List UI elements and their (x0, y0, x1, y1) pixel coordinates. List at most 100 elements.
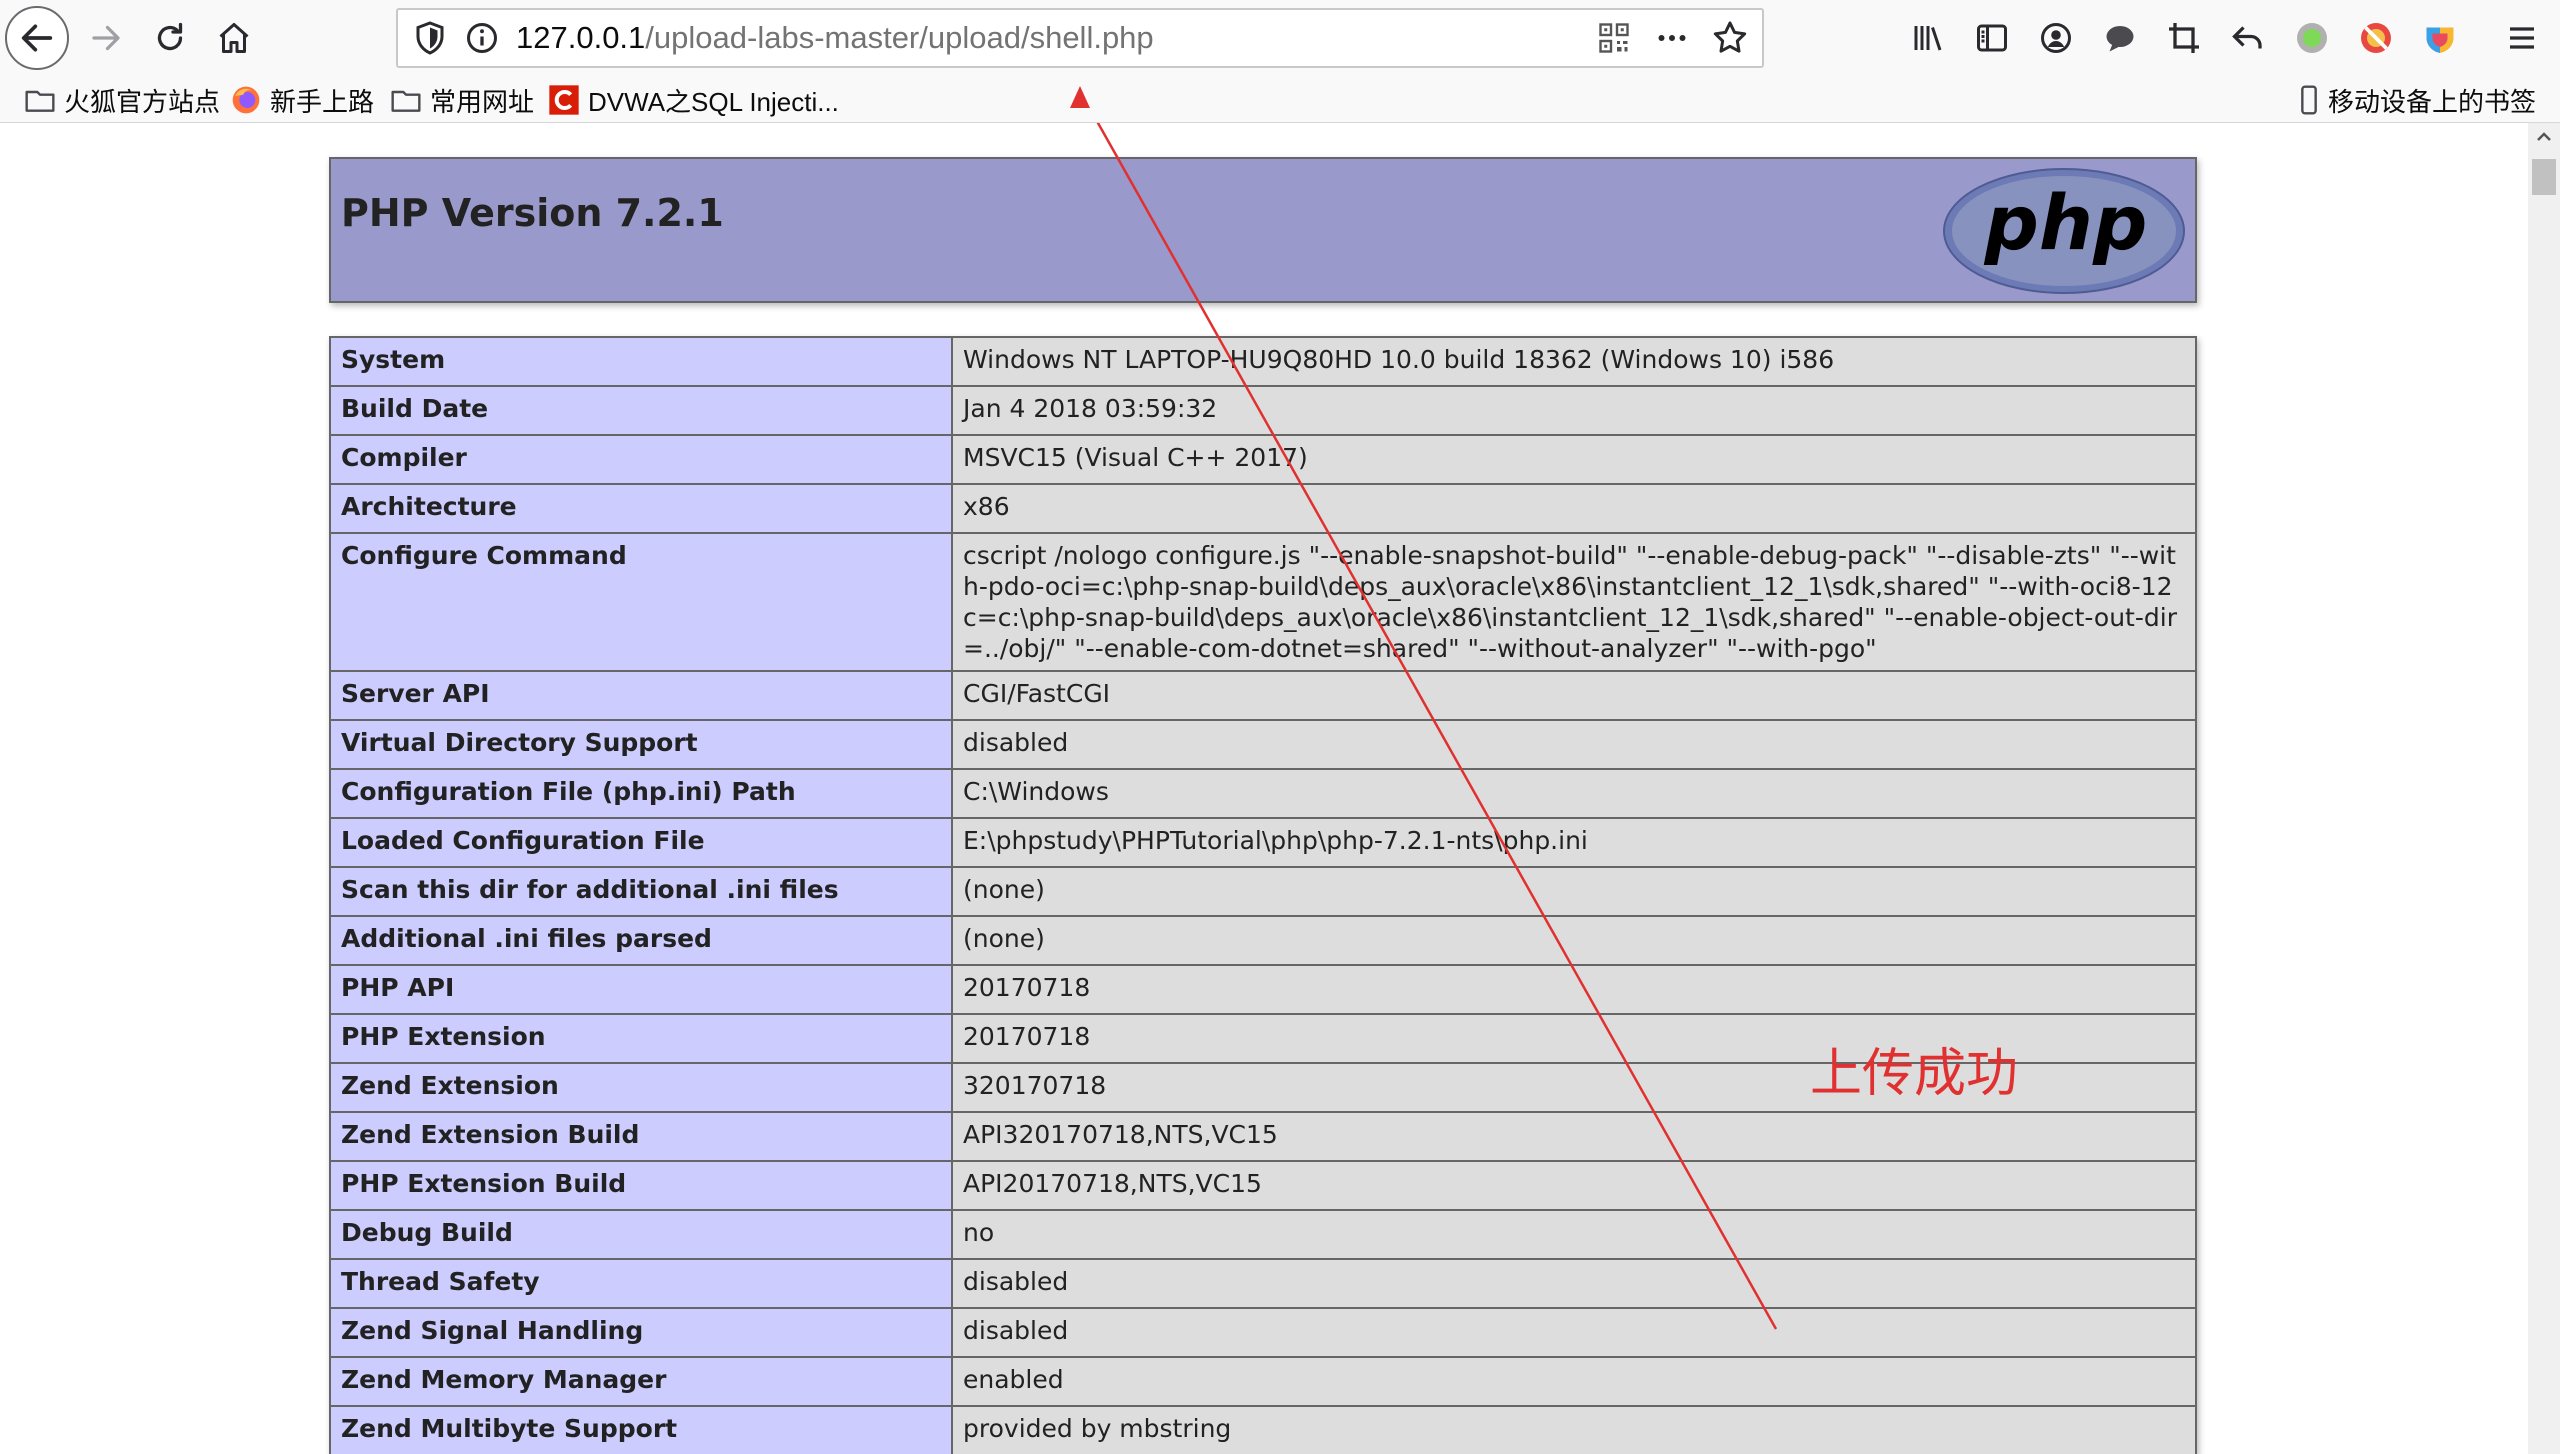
row-value: provided by mbstring (951, 1405, 2197, 1454)
row-key: Debug Build (329, 1209, 953, 1260)
bookmark-item[interactable]: 新手上路 (230, 78, 374, 122)
bookmark-star-button[interactable] (1710, 18, 1750, 58)
colorful-shield-icon (2426, 27, 2454, 53)
row-value: enabled (951, 1356, 2197, 1407)
firefox-icon (232, 86, 260, 114)
menu-icon (2510, 27, 2534, 49)
row-key: Zend Extension (329, 1062, 953, 1113)
sidebar-button[interactable] (1972, 18, 2012, 58)
row-value: API320170718,NTS,VC15 (951, 1111, 2197, 1162)
row-key: PHP Extension Build (329, 1160, 953, 1211)
extension-block-button[interactable] (2356, 18, 2396, 58)
forward-arrow-icon (92, 25, 120, 51)
url-text[interactable]: 127.0.0.1/upload-labs-master/upload/shel… (516, 10, 1154, 66)
table-row: Server API CGI/FastCGI (329, 670, 2197, 721)
table-row: Configure Command cscript /nologo configu… (329, 532, 2197, 672)
php-logo[interactable]: php (1941, 167, 2187, 295)
table-row: Scan this dir for additional .ini files(… (329, 866, 2197, 917)
row-value: Jan 4 2018 03:59:32 (951, 385, 2197, 436)
back-button[interactable] (5, 6, 69, 70)
table-row: PHP API 20170718 (329, 964, 2197, 1015)
scrollbar-thumb[interactable] (2532, 159, 2556, 195)
undo-button[interactable] (2228, 18, 2268, 58)
home-button[interactable] (210, 14, 258, 62)
bookmark-item[interactable]: 火狐官方站点 (24, 78, 220, 122)
bookmark-item[interactable]: 常用网址 (390, 78, 534, 122)
row-key: PHP Extension (329, 1013, 953, 1064)
library-button[interactable] (1908, 18, 1948, 58)
site-info-button[interactable] (464, 20, 500, 56)
table-row: Architecture x86 (329, 483, 2197, 534)
bookmark-item[interactable]: DVWA之SQL Injecti... (548, 78, 839, 122)
crop-icon (2169, 23, 2199, 53)
table-row: Configuration File (php.ini) Path C:\Wind… (329, 768, 2197, 819)
row-value: (none) (951, 866, 2197, 917)
chat-button[interactable] (2100, 18, 2140, 58)
star-icon (1713, 21, 1747, 53)
row-value: x86 (951, 483, 2197, 534)
mobile-phone-icon (2301, 85, 2317, 115)
info-icon (467, 23, 497, 53)
shield-icon (416, 21, 444, 55)
extension-green-button[interactable] (2292, 18, 2332, 58)
row-value: 20170718 (951, 964, 2197, 1015)
url-path: /upload-labs-master/upload/shell.php (645, 20, 1154, 55)
row-key: Configuration File (php.ini) Path (329, 768, 953, 819)
table-row: Zend Extension Build API320170718,NTS,VC1… (329, 1111, 2197, 1162)
tracking-shield-button[interactable] (412, 20, 448, 56)
extension-color-button[interactable] (2420, 18, 2460, 58)
menu-button[interactable] (2502, 18, 2542, 58)
no-entry-icon (2361, 23, 2391, 53)
table-row: Zend Memory Manager enabled (329, 1356, 2197, 1407)
bookmark-label: DVWA之SQL Injecti... (588, 86, 839, 117)
home-icon (219, 23, 249, 53)
bookmark-label: 新手上路 (270, 86, 375, 117)
bookmark-label: 常用网址 (430, 86, 535, 117)
mobile-bookmarks[interactable]: 移动设备上的书签 (2298, 78, 2536, 122)
browser-toolbar: 127.0.0.1/upload-labs-master/upload/shel… (0, 0, 2560, 78)
row-key: Zend Extension Build (329, 1111, 953, 1162)
row-value: no (951, 1209, 2197, 1260)
row-key: PHP API (329, 964, 953, 1015)
row-key: Build Date (329, 385, 953, 436)
row-key: Zend Multibyte Support (329, 1405, 953, 1454)
row-key: Virtual Directory Support (329, 719, 953, 770)
screenshot-button[interactable] (2164, 18, 2204, 58)
row-key: Server API (329, 670, 953, 721)
table-row: Build Date Jan 4 2018 03:59:32 (329, 385, 2197, 436)
vertical-scrollbar[interactable] (2528, 123, 2560, 1454)
row-key: Additional .ini files parsed (329, 915, 953, 966)
qr-code-button[interactable] (1596, 20, 1632, 56)
arrowhead-icon (1070, 86, 1090, 108)
page-actions-button[interactable] (1652, 20, 1692, 56)
account-button[interactable] (2036, 18, 2076, 58)
forward-button[interactable] (82, 14, 130, 62)
row-key: Architecture (329, 483, 953, 534)
row-key: Loaded Configuration File (329, 817, 953, 868)
bookmark-label: 火狐官方站点 (64, 86, 221, 117)
annotation-arrowhead (1070, 86, 1090, 108)
row-value: (none) (951, 915, 2197, 966)
sidebar-icon (1977, 24, 2007, 52)
table-row: PHP Extension Build API20170718,NTS,VC15 (329, 1160, 2197, 1211)
row-value: API20170718,NTS,VC15 (951, 1160, 2197, 1211)
table-row: Compiler MSVC15 (Visual C++ 2017) (329, 434, 2197, 485)
table-row: Debug Build no (329, 1209, 2197, 1260)
row-value: C:\Windows (951, 768, 2197, 819)
reload-button[interactable] (146, 14, 194, 62)
table-row: Virtual Directory Support disabled (329, 719, 2197, 770)
account-icon (2041, 23, 2071, 53)
chat-icon (2106, 26, 2134, 52)
scroll-up-icon[interactable] (2528, 123, 2560, 151)
bookmarks-bar: 火狐官方站点 新手上路 常用网址 DVWA之SQL Injecti... 移动设… (0, 78, 2560, 123)
folder-icon (391, 90, 421, 112)
csdn-icon (549, 85, 579, 115)
row-value: disabled (951, 1258, 2197, 1309)
row-key: System (329, 336, 953, 387)
table-row: System Windows NT LAPTOP-HU9Q80HD 10.0 bu… (329, 336, 2197, 387)
table-row: Zend Signal Handling disabled (329, 1307, 2197, 1358)
row-value: CGI/FastCGI (951, 670, 2197, 721)
url-bar[interactable]: 127.0.0.1/upload-labs-master/upload/shel… (396, 8, 1764, 68)
green-circle-icon (2297, 23, 2327, 53)
page-content: PHP Version 7.2.1 php System Windows NT L… (0, 123, 2528, 1454)
